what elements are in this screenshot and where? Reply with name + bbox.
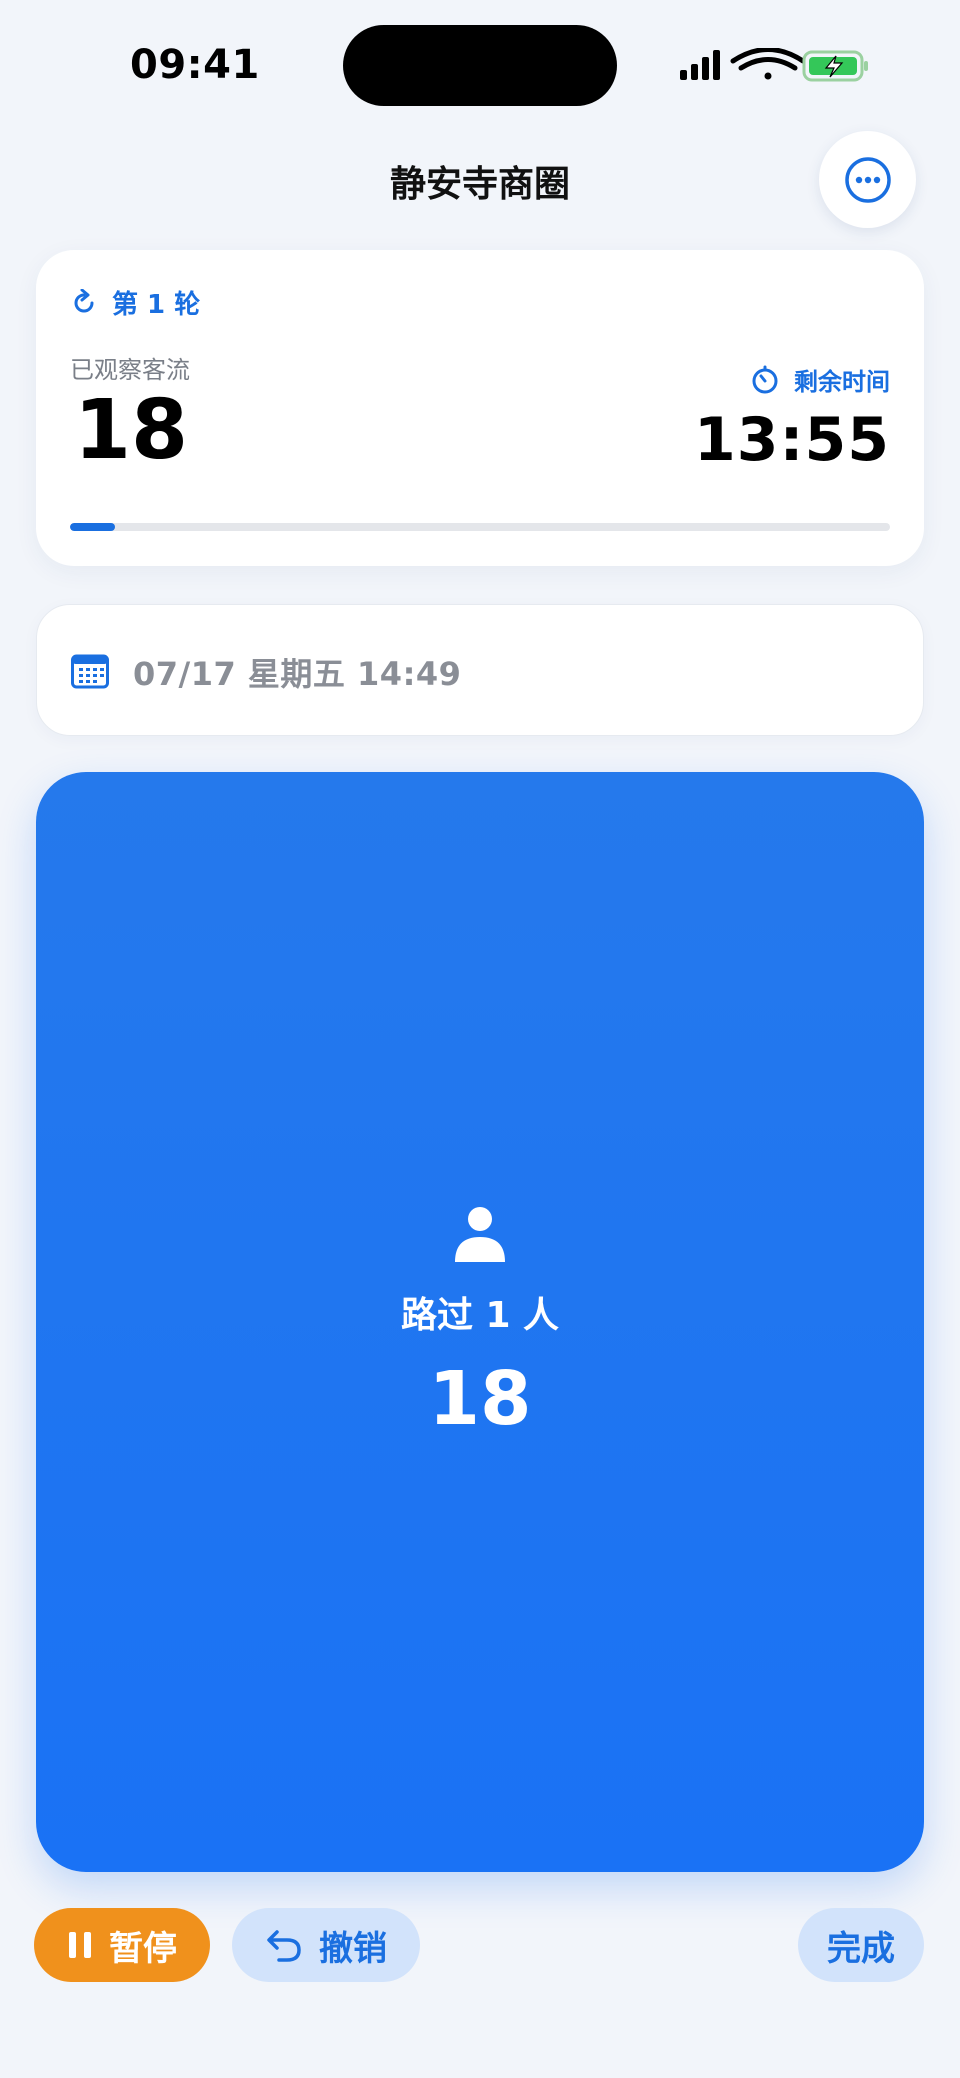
date-card[interactable]: 07/17 星期五 14:49 xyxy=(36,604,924,736)
remaining-time-label: 剩余时间 xyxy=(794,368,890,396)
more-options-button[interactable] xyxy=(819,131,916,228)
remaining-time-value: 13:55 xyxy=(694,405,890,475)
calendar-icon xyxy=(71,654,109,689)
round-indicator: 第 1 轮 xyxy=(70,284,200,321)
pause-label: 暂停 xyxy=(109,1928,177,1969)
progress-fill xyxy=(70,523,116,531)
status-time: 09:41 xyxy=(130,42,260,88)
cellular-signal-icon xyxy=(680,50,720,80)
refresh-icon xyxy=(74,288,94,312)
more-options-icon xyxy=(844,156,891,203)
observed-label: 已观察客流 xyxy=(70,356,190,384)
date-text: 07/17 星期五 14:49 xyxy=(133,655,462,693)
pause-button[interactable]: 暂停 xyxy=(34,1908,210,1982)
person-icon xyxy=(455,1207,505,1262)
page-title: 静安寺商圈 xyxy=(389,164,570,205)
tap-label: 路过 1 人 xyxy=(400,1295,560,1336)
timer-icon xyxy=(752,365,778,393)
done-label: 完成 xyxy=(827,1928,895,1969)
remaining-time-label-row: 剩余时间 xyxy=(750,362,890,397)
count-tap-area[interactable]: 路过 1 人 18 xyxy=(36,772,924,1872)
done-button[interactable]: 完成 xyxy=(798,1908,924,1982)
observed-value: 18 xyxy=(74,383,189,478)
progress-bar xyxy=(70,523,890,531)
undo-icon xyxy=(267,1930,301,1962)
tap-count: 18 xyxy=(428,1356,532,1442)
round-label: 第 1 轮 xyxy=(112,290,201,320)
status-icons xyxy=(678,47,872,84)
battery-charging-icon xyxy=(802,50,868,82)
dynamic-island xyxy=(343,25,617,106)
undo-label: 撤销 xyxy=(319,1928,387,1969)
wifi-icon xyxy=(730,47,806,80)
pause-icon xyxy=(69,1932,91,1958)
undo-button[interactable]: 撤销 xyxy=(232,1908,420,1982)
stats-card: 第 1 轮 已观察客流 18 剩余时间 13:55 xyxy=(36,250,924,566)
